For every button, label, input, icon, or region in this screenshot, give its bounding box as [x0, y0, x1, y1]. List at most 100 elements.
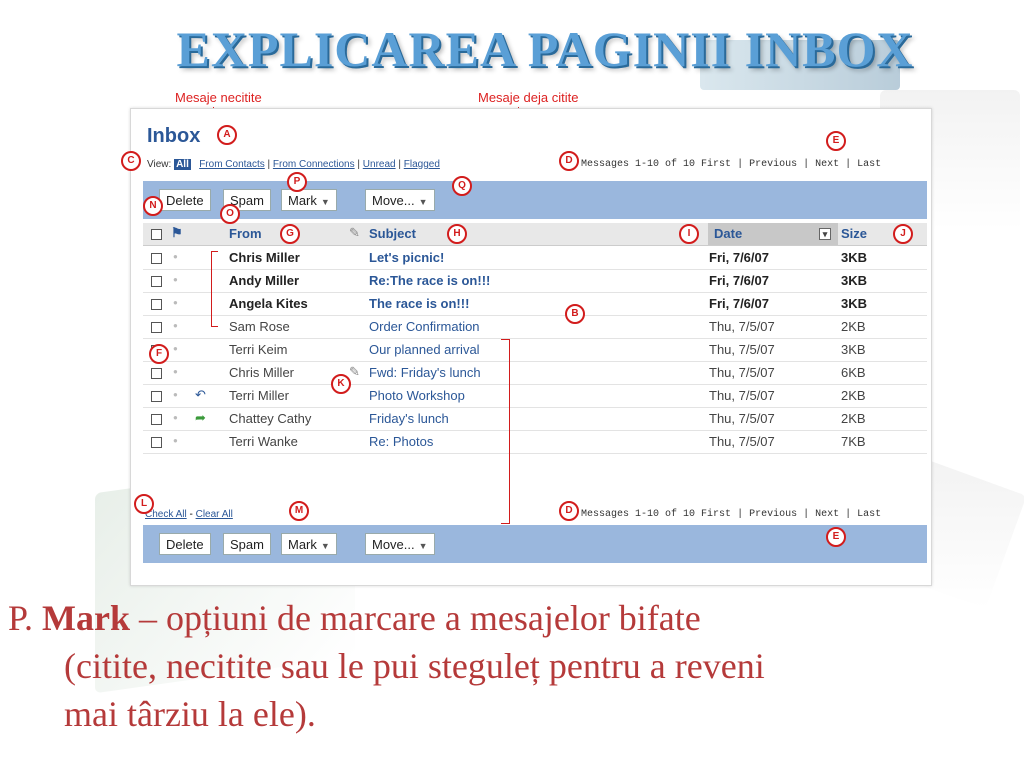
- annotation-badge-e: E: [826, 131, 846, 151]
- pagination-top: Messages 1-10 of 10 First | Previous | N…: [581, 159, 882, 170]
- column-size[interactable]: Size: [841, 226, 867, 241]
- row-checkbox[interactable]: [151, 368, 162, 379]
- slide-caption: P. Mark – opțiuni de marcare a mesajelor…: [8, 594, 1018, 738]
- callout-unread: Mesaje necitite: [175, 90, 262, 105]
- pager-first[interactable]: First: [701, 159, 731, 170]
- chevron-down-icon: ▼: [418, 197, 428, 207]
- message-subject[interactable]: Our planned arrival: [369, 342, 480, 357]
- caption-term: Mark: [42, 598, 131, 638]
- table-header: ⚑ From ✎ Subject Date ▾ Size: [143, 223, 927, 246]
- filter-from-contacts[interactable]: From Contacts: [199, 159, 265, 170]
- message-sender: Chris Miller: [229, 365, 294, 380]
- pager-next[interactable]: Next: [815, 159, 839, 170]
- move-label: Move...: [372, 193, 415, 208]
- spam-button[interactable]: Spam: [223, 533, 271, 555]
- message-subject[interactable]: Let's picnic!: [369, 250, 444, 265]
- read-status-icon: ●: [173, 413, 178, 422]
- select-all-checkbox[interactable]: [151, 229, 162, 240]
- row-checkbox[interactable]: [151, 253, 162, 264]
- pager-first[interactable]: First: [701, 509, 731, 520]
- annotation-badge-p: P: [287, 172, 307, 192]
- mark-button[interactable]: Mark ▼: [281, 189, 337, 211]
- message-subject[interactable]: Order Confirmation: [369, 319, 480, 334]
- message-date: Thu, 7/5/07: [709, 365, 775, 380]
- message-subject[interactable]: The race is on!!!: [369, 296, 469, 311]
- row-checkbox[interactable]: [151, 276, 162, 287]
- row-checkbox[interactable]: [151, 437, 162, 448]
- message-size: 3KB: [841, 273, 868, 288]
- table-row[interactable]: ● Chris Miller Let's picnic! Fri, 7/6/07 3KB: [143, 246, 927, 270]
- table-row[interactable]: ● Terri Wanke Re: Photos Thu, 7/5/07 7KB: [143, 430, 927, 454]
- message-size: 7KB: [841, 434, 866, 449]
- table-row[interactable]: ● Angela Kites The race is on!!! Fri, 7/6/0…: [143, 292, 927, 316]
- annotation-badge-b: B: [565, 304, 585, 324]
- pager-previous[interactable]: Previous: [749, 509, 797, 520]
- message-subject[interactable]: Photo Workshop: [369, 388, 465, 403]
- message-subject[interactable]: Friday's lunch: [369, 411, 449, 426]
- annotation-badge-i: I: [679, 224, 699, 244]
- annotation-badge-d: D: [559, 151, 579, 171]
- table-row[interactable]: ● Chris Miller ✎ Fwd: Friday's lunch Thu, 7/…: [143, 361, 927, 385]
- message-subject[interactable]: Re:The race is on!!!: [369, 273, 490, 288]
- message-date: Thu, 7/5/07: [709, 319, 775, 334]
- annotation-badge-g: G: [280, 224, 300, 244]
- slide-title: EXPLICAREA PAGINII INBOX: [176, 21, 914, 77]
- unread-messages-bracket: [211, 251, 218, 327]
- column-from[interactable]: From: [229, 226, 262, 241]
- table-row[interactable]: ● ↶ Terri Miller Photo Workshop Thu, 7/5/07 2…: [143, 384, 927, 408]
- message-subject[interactable]: Re: Photos: [369, 434, 433, 449]
- forwarded-icon: ➦: [195, 410, 206, 425]
- message-count: Messages 1-10 of 10: [581, 159, 696, 170]
- table-row[interactable]: ● Sam Rose Order Confirmation Thu, 7/5/07 2K…: [143, 315, 927, 339]
- filter-flagged[interactable]: Flagged: [404, 159, 440, 170]
- read-status-icon: ●: [173, 321, 178, 330]
- pager-previous[interactable]: Previous: [749, 159, 797, 170]
- message-size: 6KB: [841, 365, 866, 380]
- caption-letter: P.: [8, 598, 34, 638]
- clear-all-link[interactable]: Clear All: [196, 509, 233, 520]
- message-date: Fri, 7/6/07: [709, 250, 769, 265]
- message-date: Thu, 7/5/07: [709, 411, 775, 426]
- annotation-badge-h: H: [447, 224, 467, 244]
- table-row[interactable]: ● ➦ Chattey Cathy Friday's lunch Thu, 7/5/07…: [143, 407, 927, 431]
- message-date: Fri, 7/6/07: [709, 273, 769, 288]
- filter-from-connections[interactable]: From Connections: [273, 159, 355, 170]
- sort-dropdown-icon[interactable]: ▾: [819, 228, 831, 240]
- move-label: Move...: [372, 537, 415, 552]
- view-all-button[interactable]: All: [174, 159, 191, 170]
- message-size: 2KB: [841, 388, 866, 403]
- message-subject[interactable]: Fwd: Friday's lunch: [369, 365, 481, 380]
- delete-button[interactable]: Delete: [159, 189, 211, 211]
- chevron-down-icon: ▼: [320, 541, 330, 551]
- move-button[interactable]: Move... ▼: [365, 189, 435, 211]
- pager-last[interactable]: Last: [857, 159, 881, 170]
- pager-last[interactable]: Last: [857, 509, 881, 520]
- column-subject[interactable]: Subject: [369, 226, 416, 241]
- mark-button[interactable]: Mark ▼: [281, 533, 337, 555]
- read-status-icon: ●: [173, 344, 178, 353]
- read-messages-bracket: [501, 339, 510, 524]
- row-checkbox[interactable]: [151, 414, 162, 425]
- message-sender: Sam Rose: [229, 319, 290, 334]
- row-checkbox[interactable]: [151, 299, 162, 310]
- read-status-icon: ●: [173, 390, 178, 399]
- message-date: Thu, 7/5/07: [709, 388, 775, 403]
- table-row[interactable]: ● Terri Keim Our planned arrival Thu, 7/5/0…: [143, 338, 927, 362]
- table-row[interactable]: ● Andy Miller Re:The race is on!!! Fri, 7/6…: [143, 269, 927, 293]
- column-date[interactable]: Date: [714, 226, 742, 241]
- chevron-down-icon: ▼: [418, 541, 428, 551]
- select-links: Check All - Clear All: [145, 509, 233, 520]
- row-checkbox[interactable]: [151, 322, 162, 333]
- message-date: Thu, 7/5/07: [709, 342, 775, 357]
- pagination-bottom: Messages 1-10 of 10 First | Previous | N…: [581, 509, 882, 520]
- delete-button[interactable]: Delete: [159, 533, 211, 555]
- move-button[interactable]: Move... ▼: [365, 533, 435, 555]
- pager-next[interactable]: Next: [815, 509, 839, 520]
- message-count: Messages 1-10 of 10: [581, 509, 696, 520]
- row-checkbox[interactable]: [151, 391, 162, 402]
- filter-unread[interactable]: Unread: [363, 159, 396, 170]
- read-status-icon: ●: [173, 367, 178, 376]
- flag-column-icon: ⚑: [171, 225, 183, 240]
- message-date: Thu, 7/5/07: [709, 434, 775, 449]
- annotation-badge-q: Q: [452, 176, 472, 196]
